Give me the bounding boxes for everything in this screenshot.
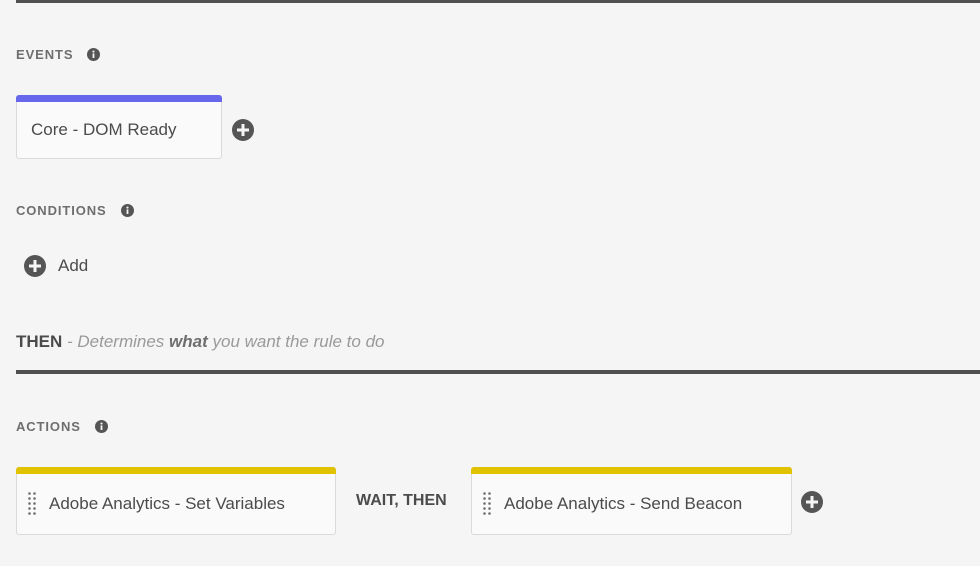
plus-circle-icon: [24, 255, 46, 277]
wait-then-separator: WAIT, THEN: [356, 492, 447, 509]
action-card-label: Adobe Analytics - Set Variables: [49, 494, 285, 513]
info-icon[interactable]: [120, 204, 134, 217]
rule-editor: EVENTS Core - DOM Ready CONDITIONS Add T…: [0, 0, 980, 566]
plus-circle-icon: [232, 119, 254, 141]
then-header: THEN - Determines what you want the rule…: [16, 332, 385, 352]
drag-handle-icon[interactable]: [27, 491, 37, 517]
plus-circle-icon: [801, 491, 823, 513]
add-action-button[interactable]: [801, 491, 823, 513]
top-divider: [16, 0, 980, 3]
add-condition-button[interactable]: Add: [24, 255, 88, 277]
then-description-prefix: - Determines: [62, 332, 170, 351]
event-card-label: Core - DOM Ready: [31, 120, 177, 139]
add-event-button[interactable]: [232, 119, 254, 141]
add-condition-label: Add: [58, 256, 89, 275]
drag-handle-icon[interactable]: [482, 491, 492, 517]
actions-heading-text: ACTIONS: [16, 419, 81, 434]
events-heading: EVENTS: [16, 47, 101, 62]
info-icon[interactable]: [94, 420, 108, 433]
then-divider: [16, 370, 980, 374]
events-heading-text: EVENTS: [16, 47, 74, 62]
actions-heading: ACTIONS: [16, 419, 108, 434]
info-icon[interactable]: [87, 48, 101, 61]
then-description-emphasis: what: [169, 332, 208, 351]
action-card-set-variables[interactable]: Adobe Analytics - Set Variables: [16, 467, 336, 535]
action-card-send-beacon[interactable]: Adobe Analytics - Send Beacon: [471, 467, 792, 535]
event-card-dom-ready[interactable]: Core - DOM Ready: [16, 95, 222, 159]
then-title: THEN: [16, 332, 63, 351]
conditions-heading-text: CONDITIONS: [16, 203, 107, 218]
action-card-label: Adobe Analytics - Send Beacon: [504, 494, 743, 513]
conditions-heading: CONDITIONS: [16, 203, 134, 218]
then-description-suffix: you want the rule to do: [207, 332, 385, 351]
